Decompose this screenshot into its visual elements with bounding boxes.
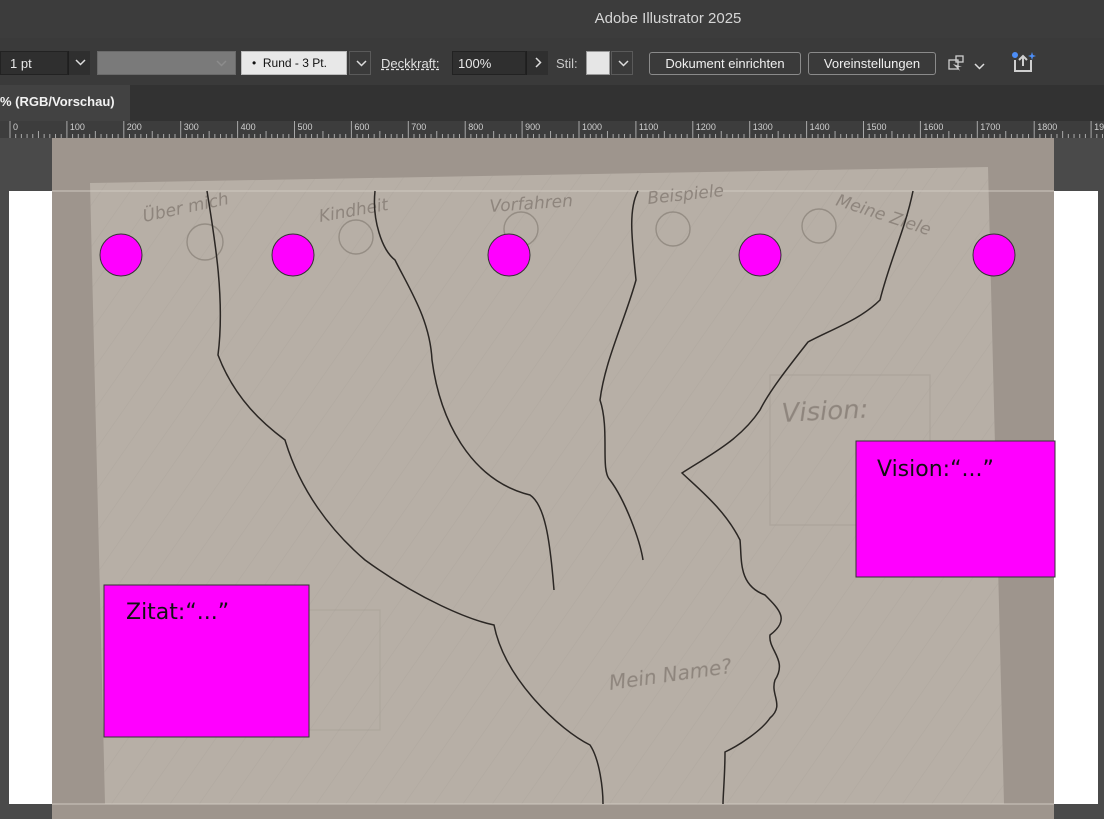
preferences-button[interactable]: Voreinstellungen (808, 52, 936, 75)
ruler-label: 600 (354, 122, 370, 132)
chevron-down-icon (75, 59, 86, 66)
magenta-circle[interactable] (99, 233, 143, 277)
control-bar: 1 pt • Rund - 3 Pt. Deckkraft: 100% Stil… (0, 38, 1104, 86)
opacity-input[interactable]: 100% (452, 51, 526, 75)
stroke-weight-value: 1 pt (10, 56, 32, 71)
ruler-label: 1200 (695, 122, 716, 132)
canvas-area[interactable]: Über mich Kindheit Vorfahren Beispiele M… (0, 138, 1104, 819)
transform-chevron[interactable] (974, 58, 985, 73)
magenta-circle[interactable] (972, 233, 1016, 277)
ruler-label: 300 (183, 122, 199, 132)
ruler-label: 400 (240, 122, 256, 132)
ruler-label: 800 (468, 122, 484, 132)
chevron-down-icon (974, 63, 985, 70)
ruler-label: 1000 (582, 122, 603, 132)
chevron-down-icon (216, 60, 227, 67)
brush-name: Rund - 3 Pt. (262, 56, 327, 70)
vision-text[interactable]: Vision:“...” (877, 457, 994, 482)
ruler-label: 900 (525, 122, 541, 132)
graphic-style-swatch[interactable] (586, 51, 610, 75)
ruler-label: 500 (297, 122, 313, 132)
sketch-label-vision: Vision: (781, 394, 869, 429)
title-bar: Adobe Illustrator 2025 (0, 0, 1104, 38)
document-tab-label: % (RGB/Vorschau) (0, 94, 115, 109)
ruler-label: 1500 (866, 122, 887, 132)
chevron-right-icon (535, 57, 542, 68)
share-collaborate-icon[interactable] (1010, 50, 1038, 76)
chevron-down-icon (356, 60, 367, 67)
ruler-label: 1300 (752, 122, 773, 132)
ruler-label: 700 (411, 122, 427, 132)
brush-definition-dropdown[interactable]: • Rund - 3 Pt. (241, 51, 347, 75)
style-chevron[interactable] (611, 51, 633, 75)
chevron-down-icon (618, 60, 629, 67)
quote-text[interactable]: Zitat:“...” (126, 600, 229, 625)
stroke-weight-dropdown[interactable]: 1 pt (0, 51, 68, 75)
brush-dot-icon: • (252, 56, 257, 70)
ruler-label: 0 (13, 122, 19, 132)
app-title: Adobe Illustrator 2025 (594, 10, 742, 27)
horizontal-ruler[interactable]: 0 100 200 300 400 500 600 700 800 900 1000 1100 1200… (0, 121, 1104, 139)
style-label: Stil: (556, 56, 578, 71)
document-setup-button[interactable]: Dokument einrichten (649, 52, 801, 75)
magenta-circle[interactable] (271, 233, 315, 277)
ruler-label: 1800 (1037, 122, 1058, 132)
variable-width-profile[interactable] (97, 51, 236, 75)
brush-chevron[interactable] (349, 51, 371, 75)
ruler-label: 1100 (638, 122, 659, 132)
document-tab-bar: % (RGB/Vorschau) (0, 85, 1104, 121)
opacity-label[interactable]: Deckkraft: (381, 56, 440, 71)
stroke-weight-chevron[interactable] (68, 51, 90, 75)
ruler-label: 1600 (923, 122, 944, 132)
opacity-arrow[interactable] (526, 51, 548, 75)
artboard-svg: Über mich Kindheit Vorfahren Beispiele M… (9, 138, 1098, 819)
ruler-label: 190 (1094, 122, 1104, 132)
ruler-label: 1700 (980, 122, 1001, 132)
transform-anchor-icon[interactable] (946, 53, 968, 75)
ruler-label: 1400 (809, 122, 830, 132)
magenta-circle[interactable] (487, 233, 531, 277)
opacity-value: 100% (458, 56, 492, 71)
ruler-label: 200 (126, 122, 142, 132)
document-tab[interactable]: % (RGB/Vorschau) (0, 85, 130, 121)
ruler-label: 100 (69, 122, 85, 132)
magenta-circle[interactable] (738, 233, 782, 277)
